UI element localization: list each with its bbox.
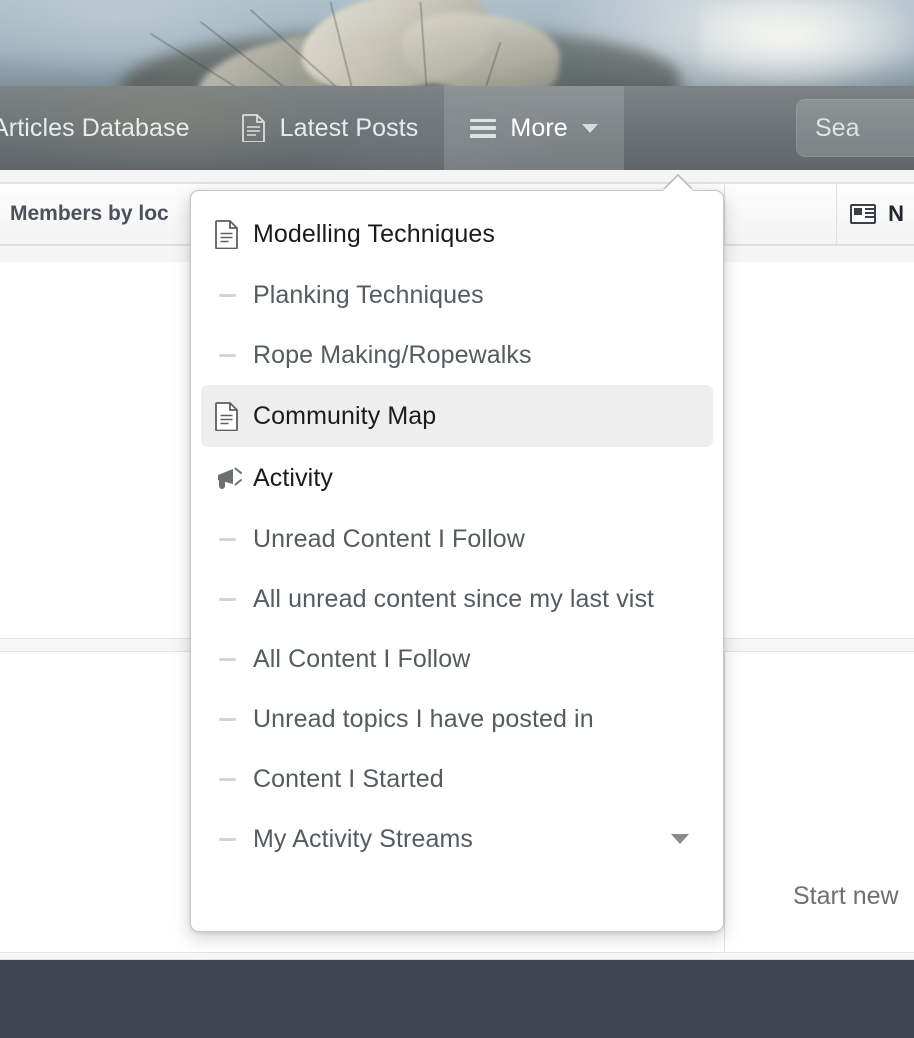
- menu-item-all-unread-content-since-my-last-vist[interactable]: All unread content since my last vist: [201, 569, 713, 629]
- search-input-text: Sea: [815, 113, 860, 142]
- dash-bullet-icon: [211, 353, 253, 357]
- document-icon: [211, 401, 253, 431]
- panel-column-divider: [836, 184, 837, 244]
- menu-item-label: My Activity Streams: [253, 824, 473, 853]
- menu-item-rope-making-ropewalks[interactable]: Rope Making/Ropewalks: [201, 325, 713, 385]
- menu-item-my-activity-streams[interactable]: My Activity Streams: [201, 809, 713, 869]
- document-icon: [241, 114, 266, 143]
- nav-item-label: Articles Database: [0, 113, 190, 142]
- menu-item-community-map[interactable]: Community Map: [201, 385, 713, 447]
- hamburger-icon: [470, 118, 497, 138]
- menu-item-label: Unread Content I Follow: [253, 524, 525, 553]
- menu-item-modelling-techniques[interactable]: Modelling Techniques: [201, 203, 713, 265]
- menu-item-unread-topics-i-have-posted-in[interactable]: Unread topics I have posted in: [201, 689, 713, 749]
- menu-item-label: Rope Making/Ropewalks: [253, 340, 532, 369]
- start-new-button[interactable]: Start new: [793, 882, 899, 911]
- search-input[interactable]: Sea: [796, 99, 914, 157]
- nav-item-label: More: [510, 113, 568, 142]
- menu-item-label: Community Map: [253, 401, 437, 430]
- screen: Articles Database Latest Posts More Sea: [0, 0, 914, 1038]
- dash-bullet-icon: [211, 777, 253, 781]
- dash-bullet-icon: [211, 657, 253, 661]
- panel-header-news-label: N: [888, 201, 904, 226]
- more-dropdown-menu: Modelling Techniques Planking Techniques R…: [190, 176, 724, 932]
- dash-bullet-icon: [211, 837, 253, 841]
- panel-column-divider: [724, 184, 725, 244]
- nav-item-more[interactable]: More: [444, 86, 624, 170]
- menu-item-content-i-started[interactable]: Content I Started: [201, 749, 713, 809]
- dash-bullet-icon: [211, 293, 253, 297]
- panel-header-news-cell[interactable]: N: [850, 201, 914, 227]
- dash-bullet-icon: [211, 537, 253, 541]
- nav-item-label: Latest Posts: [279, 113, 419, 142]
- panel-title-members-by-location: Members by loc: [10, 202, 169, 225]
- menu-item-label: Planking Techniques: [253, 280, 484, 309]
- site-footer: [0, 960, 914, 1038]
- banner-sea-spray: [700, 0, 914, 86]
- content-column-divider: [724, 652, 725, 952]
- primary-navigation: Articles Database Latest Posts More Sea: [0, 86, 914, 170]
- menu-item-label: All unread content since my last vist: [253, 584, 655, 613]
- menu-item-label: All Content I Follow: [253, 644, 471, 673]
- nav-item-articles-database[interactable]: Articles Database: [0, 86, 216, 170]
- menu-item-label: Activity: [253, 463, 333, 492]
- menu-item-activity[interactable]: Activity: [201, 447, 713, 509]
- chevron-down-icon: [581, 123, 598, 133]
- chevron-down-icon[interactable]: [671, 834, 689, 844]
- nav-item-latest-posts[interactable]: Latest Posts: [216, 86, 445, 170]
- document-icon: [211, 219, 253, 249]
- menu-item-label: Content I Started: [253, 764, 444, 793]
- menu-item-unread-content-i-follow[interactable]: Unread Content I Follow: [201, 509, 713, 569]
- content-section-separator: [0, 952, 914, 960]
- site-banner-image: [0, 0, 914, 86]
- menu-item-all-content-i-follow[interactable]: All Content I Follow: [201, 629, 713, 689]
- megaphone-icon: [211, 466, 253, 491]
- dash-bullet-icon: [211, 717, 253, 721]
- newspaper-icon: [850, 204, 877, 224]
- menu-item-planking-techniques[interactable]: Planking Techniques: [201, 265, 713, 325]
- menu-pointer-arrow: [663, 176, 693, 191]
- menu-item-label: Modelling Techniques: [253, 219, 495, 248]
- menu-item-label: Unread topics I have posted in: [253, 704, 594, 733]
- dash-bullet-icon: [211, 597, 253, 601]
